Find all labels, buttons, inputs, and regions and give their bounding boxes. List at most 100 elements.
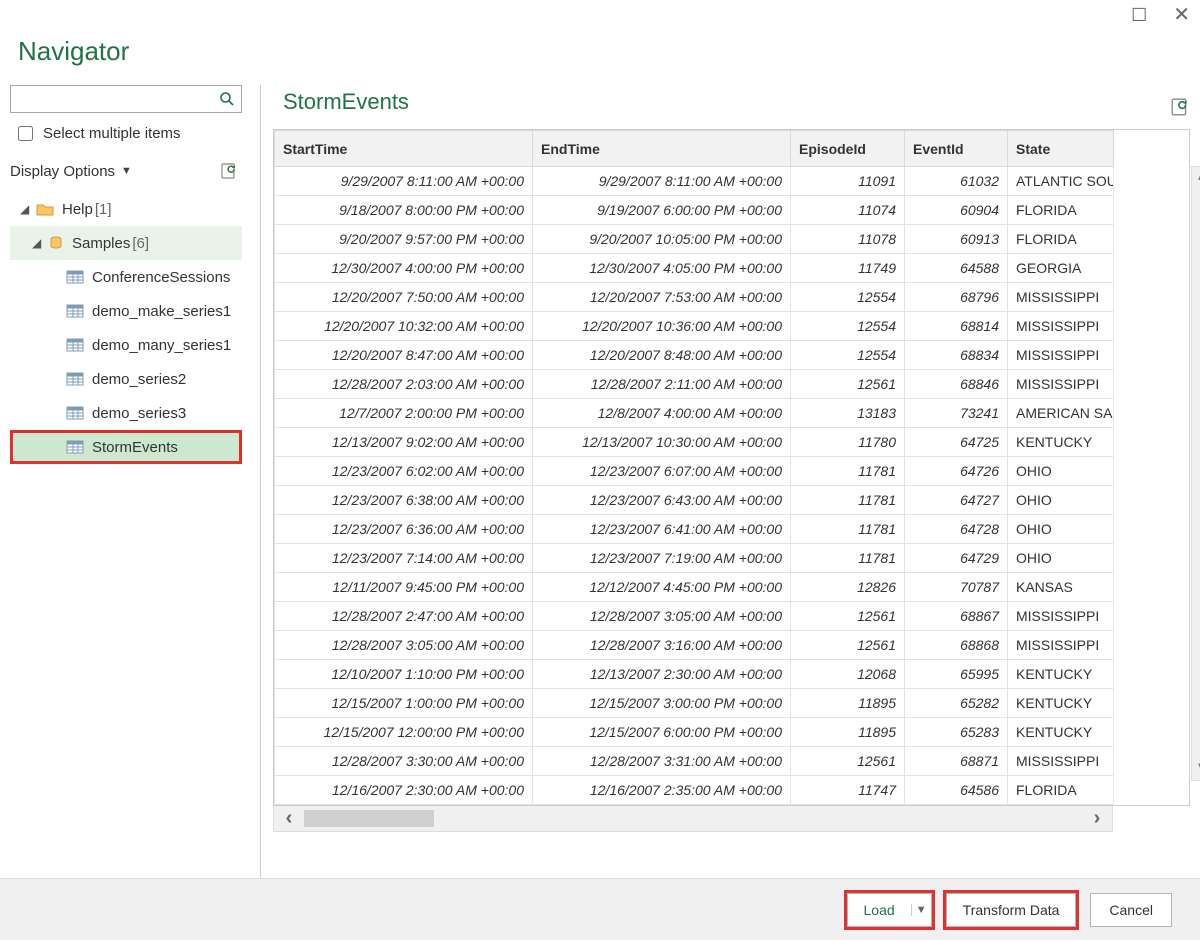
cell-endtime: 12/20/2007 10:36:00 AM +00:00 (533, 312, 791, 341)
table-row[interactable]: 9/29/2007 8:11:00 AM +00:009/29/2007 8:1… (275, 167, 1114, 196)
search-icon[interactable] (213, 91, 241, 107)
load-button[interactable]: Load ▼ (847, 893, 932, 927)
tree-label: Help (62, 201, 93, 218)
cancel-button[interactable]: Cancel (1090, 893, 1172, 927)
cell-state: MISSISSIPPI (1008, 747, 1114, 776)
table-icon (66, 270, 84, 284)
cell-eventid: 68868 (905, 631, 1008, 660)
cell-episodeid: 11091 (791, 167, 905, 196)
cell-eventid: 68814 (905, 312, 1008, 341)
table-row[interactable]: 12/20/2007 7:50:00 AM +00:0012/20/2007 7… (275, 283, 1114, 312)
display-options-label: Display Options (10, 163, 115, 180)
tree-item-label: StormEvents (92, 439, 178, 456)
cell-state: MISSISSIPPI (1008, 312, 1114, 341)
display-options-dropdown[interactable]: Display Options ▼ (10, 158, 242, 192)
table-row[interactable]: 12/23/2007 6:36:00 AM +00:0012/23/2007 6… (275, 515, 1114, 544)
table-row[interactable]: 12/20/2007 10:32:00 AM +00:0012/20/2007 … (275, 312, 1114, 341)
search-input[interactable] (11, 91, 213, 108)
table-row[interactable]: 12/16/2007 2:30:00 AM +00:0012/16/2007 2… (275, 776, 1114, 805)
cell-episodeid: 12561 (791, 602, 905, 631)
cell-starttime: 9/20/2007 9:57:00 PM +00:00 (275, 225, 533, 254)
table-icon (66, 440, 84, 454)
scroll-track[interactable] (304, 806, 1082, 831)
cell-starttime: 12/16/2007 2:30:00 AM +00:00 (275, 776, 533, 805)
table-row[interactable]: 12/23/2007 6:02:00 AM +00:0012/23/2007 6… (275, 457, 1114, 486)
table-row[interactable]: 12/20/2007 8:47:00 AM +00:0012/20/2007 8… (275, 341, 1114, 370)
tree-item-stormevents[interactable]: StormEvents (10, 430, 242, 464)
cell-starttime: 12/28/2007 3:05:00 AM +00:00 (275, 631, 533, 660)
cell-state: MISSISSIPPI (1008, 370, 1114, 399)
table-row[interactable]: 12/28/2007 2:03:00 AM +00:0012/28/2007 2… (275, 370, 1114, 399)
scroll-left-icon[interactable]: ‹ (274, 807, 304, 830)
table-icon (66, 406, 84, 420)
vertical-scrollbar[interactable]: ˄ ˅ (1191, 166, 1200, 781)
cell-starttime: 12/28/2007 2:47:00 AM +00:00 (275, 602, 533, 631)
table-row[interactable]: 12/30/2007 4:00:00 PM +00:0012/30/2007 4… (275, 254, 1114, 283)
cell-episodeid: 13183 (791, 399, 905, 428)
tree-item-label: demo_make_series1 (92, 303, 231, 320)
table-row[interactable]: 12/11/2007 9:45:00 PM +00:0012/12/2007 4… (275, 573, 1114, 602)
page-title: Navigator (0, 30, 1200, 85)
caret-down-icon: ◢ (32, 236, 44, 250)
tree-count: [6] (132, 235, 149, 252)
cell-endtime: 9/20/2007 10:05:00 PM +00:00 (533, 225, 791, 254)
col-eventid[interactable]: EventId (905, 131, 1008, 167)
cell-starttime: 12/20/2007 8:47:00 AM +00:00 (275, 341, 533, 370)
tree-item-demo_make_series1[interactable]: demo_make_series1 (10, 294, 242, 328)
cell-eventid: 68796 (905, 283, 1008, 312)
cell-starttime: 12/20/2007 7:50:00 AM +00:00 (275, 283, 533, 312)
cell-eventid: 64726 (905, 457, 1008, 486)
cell-episodeid: 12561 (791, 747, 905, 776)
cell-eventid: 60904 (905, 196, 1008, 225)
cell-state: KENTUCKY (1008, 718, 1114, 747)
table-row[interactable]: 12/28/2007 3:30:00 AM +00:0012/28/2007 3… (275, 747, 1114, 776)
tree-label: Samples (72, 235, 130, 252)
refresh-tree-icon[interactable] (220, 162, 238, 180)
cell-starttime: 12/23/2007 6:02:00 AM +00:00 (275, 457, 533, 486)
table-row[interactable]: 12/28/2007 2:47:00 AM +00:0012/28/2007 3… (275, 602, 1114, 631)
cell-state: OHIO (1008, 486, 1114, 515)
table-row[interactable]: 12/7/2007 2:00:00 PM +00:0012/8/2007 4:0… (275, 399, 1114, 428)
cell-eventid: 65995 (905, 660, 1008, 689)
table-row[interactable]: 12/15/2007 12:00:00 PM +00:0012/15/2007 … (275, 718, 1114, 747)
table-row[interactable]: 9/20/2007 9:57:00 PM +00:009/20/2007 10:… (275, 225, 1114, 254)
table-row[interactable]: 12/23/2007 6:38:00 AM +00:0012/23/2007 6… (275, 486, 1114, 515)
tree-node-samples[interactable]: ◢ Samples [6] (10, 226, 242, 260)
main: Select multiple items Display Options ▼ … (0, 85, 1200, 910)
cell-state: GEORGIA (1008, 254, 1114, 283)
cell-endtime: 12/20/2007 8:48:00 AM +00:00 (533, 341, 791, 370)
cell-starttime: 12/28/2007 3:30:00 AM +00:00 (275, 747, 533, 776)
cell-endtime: 12/15/2007 3:00:00 PM +00:00 (533, 689, 791, 718)
cell-eventid: 68871 (905, 747, 1008, 776)
tree-node-help[interactable]: ◢ Help [1] (10, 192, 242, 226)
select-multiple-checkbox[interactable] (18, 126, 33, 141)
maximize-icon[interactable]: ☐ (1131, 6, 1147, 24)
tree-item-conferencesessions[interactable]: ConferenceSessions (10, 260, 242, 294)
refresh-preview-icon[interactable] (1170, 97, 1190, 117)
cell-endtime: 9/29/2007 8:11:00 AM +00:00 (533, 167, 791, 196)
tree-item-demo_series2[interactable]: demo_series2 (10, 362, 242, 396)
table-row[interactable]: 12/13/2007 9:02:00 AM +00:0012/13/2007 1… (275, 428, 1114, 457)
tree-item-demo_series3[interactable]: demo_series3 (10, 396, 242, 430)
close-icon[interactable]: ✕ (1173, 5, 1190, 25)
transform-data-button[interactable]: Transform Data (946, 893, 1077, 927)
col-episodeid[interactable]: EpisodeId (791, 131, 905, 167)
cell-episodeid: 11781 (791, 515, 905, 544)
scroll-right-icon[interactable]: › (1082, 807, 1112, 830)
table-header-row: StartTime EndTime EpisodeId EventId Stat… (275, 131, 1114, 167)
load-dropdown-icon[interactable]: ▼ (911, 904, 931, 916)
horizontal-scrollbar[interactable]: ‹ › (273, 806, 1113, 832)
tree-item-demo_many_series1[interactable]: demo_many_series1 (10, 328, 242, 362)
table-row[interactable]: 12/23/2007 7:14:00 AM +00:0012/23/2007 7… (275, 544, 1114, 573)
cell-endtime: 12/15/2007 6:00:00 PM +00:00 (533, 718, 791, 747)
col-endtime[interactable]: EndTime (533, 131, 791, 167)
table-row[interactable]: 12/10/2007 1:10:00 PM +00:0012/13/2007 2… (275, 660, 1114, 689)
scroll-thumb[interactable] (304, 810, 434, 827)
cell-eventid: 68834 (905, 341, 1008, 370)
select-multiple-toggle[interactable]: Select multiple items (10, 113, 242, 154)
table-row[interactable]: 12/15/2007 1:00:00 PM +00:0012/15/2007 3… (275, 689, 1114, 718)
col-starttime[interactable]: StartTime (275, 131, 533, 167)
col-state[interactable]: State (1008, 131, 1114, 167)
table-row[interactable]: 9/18/2007 8:00:00 PM +00:009/19/2007 6:0… (275, 196, 1114, 225)
table-row[interactable]: 12/28/2007 3:05:00 AM +00:0012/28/2007 3… (275, 631, 1114, 660)
